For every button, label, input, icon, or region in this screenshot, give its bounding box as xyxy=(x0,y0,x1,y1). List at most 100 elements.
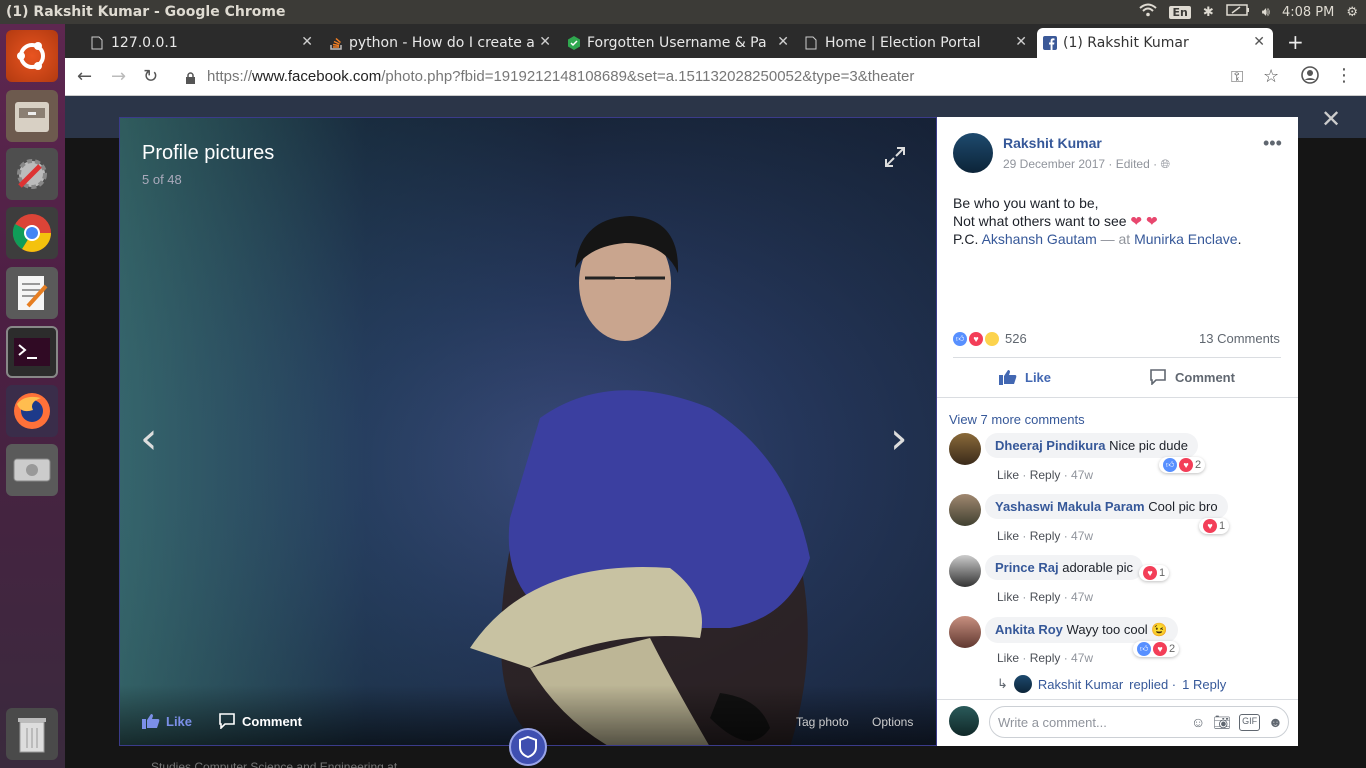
tagged-person-link[interactable]: Akshansh Gautam xyxy=(982,231,1097,247)
photo-comment-button[interactable]: Comment xyxy=(218,713,302,729)
ubuntu-dash-icon[interactable] xyxy=(6,30,58,82)
replies-link[interactable]: ↳ Rakshit Kumar replied · 1 Reply xyxy=(997,675,1226,693)
commenter-avatar[interactable] xyxy=(949,433,981,465)
star-icon[interactable]: ☆ xyxy=(1263,66,1279,87)
comment-reactions[interactable]: 👍︎ ♥ 2 xyxy=(1159,457,1206,473)
comment-like-link[interactable]: Like xyxy=(997,651,1019,665)
photo-viewer[interactable]: Profile pictures 5 of 48 ‹ › Like Commen… xyxy=(119,117,937,746)
files-icon[interactable] xyxy=(6,90,58,142)
post-like-button[interactable]: Like xyxy=(999,369,1051,385)
url-field[interactable]: https://www.facebook.com/photo.php?fbid=… xyxy=(207,68,914,85)
pc-prefix: P.C. xyxy=(953,231,979,247)
comment-text: adorable pic xyxy=(1062,560,1134,575)
tab-forgotten-username[interactable]: Forgotten Username & Pa ✕ xyxy=(561,28,797,58)
tab-close-icon[interactable]: ✕ xyxy=(301,34,313,50)
tab-close-icon[interactable]: ✕ xyxy=(777,34,789,50)
forward-icon[interactable]: → xyxy=(111,66,126,87)
location-link[interactable]: Munirka Enclave xyxy=(1134,231,1238,247)
comment-reactions[interactable]: ♥ 1 xyxy=(1139,565,1170,581)
post-comment-button[interactable]: Comment xyxy=(1149,369,1235,385)
tab-stackoverflow[interactable]: python - How do I create a ✕ xyxy=(323,28,559,58)
gif-icon[interactable]: GIF xyxy=(1239,714,1261,731)
profile-icon[interactable] xyxy=(1301,66,1319,88)
chrome-icon[interactable] xyxy=(6,207,58,259)
comment-reply-link[interactable]: Reply xyxy=(1030,529,1061,543)
fullscreen-icon[interactable] xyxy=(884,146,906,172)
divider xyxy=(937,699,1298,700)
comment-bubble: Yashaswi Makula Param Cool pic bro xyxy=(985,494,1228,519)
tab-facebook[interactable]: (1) Rakshit Kumar ✕ xyxy=(1037,28,1273,58)
previous-photo-icon[interactable]: ‹ xyxy=(140,413,158,464)
trash-icon[interactable] xyxy=(6,708,58,760)
text-editor-icon[interactable] xyxy=(6,267,58,319)
tag-photo-button[interactable]: Tag photo xyxy=(796,715,849,729)
commenter-name[interactable]: Yashaswi Makula Param xyxy=(995,499,1145,514)
firefox-icon[interactable] xyxy=(6,385,58,437)
battery-icon[interactable] xyxy=(1226,4,1250,20)
system-settings-icon[interactable] xyxy=(6,148,58,200)
volume-icon[interactable]: 🔊︎ xyxy=(1262,5,1270,20)
bluetooth-icon[interactable]: ✱ xyxy=(1203,5,1214,20)
like-reaction-icon: 👍︎ xyxy=(953,331,967,346)
clock[interactable]: 4:08 PM xyxy=(1282,5,1334,20)
comment-time[interactable]: 47w xyxy=(1071,651,1093,665)
comment-like-link[interactable]: Like xyxy=(997,590,1019,604)
comment-reply-link[interactable]: Reply xyxy=(1030,651,1061,665)
disk-drive-icon[interactable] xyxy=(6,444,58,496)
key-icon[interactable]: ⚿ xyxy=(1231,67,1243,87)
tab-localhost[interactable]: 127.0.0.1 ✕ xyxy=(85,28,321,58)
reload-icon[interactable]: ↻ xyxy=(143,66,158,87)
reactions-summary[interactable]: 👍︎ ♥ 526 xyxy=(953,331,1027,346)
commenter-name[interactable]: Prince Raj xyxy=(995,560,1059,575)
back-icon[interactable]: ← xyxy=(77,66,92,87)
comment-icon xyxy=(219,713,235,729)
post-options-icon[interactable]: ••• xyxy=(1263,133,1282,154)
tab-close-icon[interactable]: ✕ xyxy=(1015,34,1027,50)
wifi-icon[interactable] xyxy=(1139,3,1158,21)
reply-count-link[interactable]: 1 Reply xyxy=(1182,677,1226,692)
tab-election-portal[interactable]: Home | Election Portal ✕ xyxy=(799,28,1035,58)
comment-reactions[interactable]: 👍︎ ♥ 2 xyxy=(1133,641,1180,657)
post-date[interactable]: 29 December 2017 xyxy=(1003,157,1105,171)
edited-label[interactable]: Edited xyxy=(1116,157,1150,171)
comment-reply-link[interactable]: Reply xyxy=(1030,468,1061,482)
comments-count-link[interactable]: 13 Comments xyxy=(1199,331,1280,346)
options-button[interactable]: Options xyxy=(872,715,913,729)
comment-reactions[interactable]: ♥ 1 xyxy=(1199,518,1230,534)
new-tab-icon[interactable]: + xyxy=(1287,30,1304,54)
keyboard-layout[interactable]: En xyxy=(1169,5,1191,19)
photo-like-button[interactable]: Like xyxy=(142,713,192,729)
terminal-icon[interactable] xyxy=(6,326,58,378)
tab-close-icon[interactable]: ✕ xyxy=(539,34,551,50)
commenter-avatar[interactable] xyxy=(949,494,981,526)
next-photo-icon[interactable]: › xyxy=(890,413,908,464)
author-avatar[interactable] xyxy=(953,133,993,173)
comment-time[interactable]: 47w xyxy=(1071,590,1093,604)
commenter-avatar[interactable] xyxy=(949,555,981,587)
comment-item: Prince Raj adorable pic ♥ 1 Like · Reply … xyxy=(937,553,1298,613)
commenter-name[interactable]: Dheeraj Pindikura xyxy=(995,438,1106,453)
commenter-name[interactable]: Ankita Roy xyxy=(995,622,1063,637)
comment-reply-link[interactable]: Reply xyxy=(1030,590,1061,604)
comment-time[interactable]: 47w xyxy=(1071,529,1093,543)
shield-icon[interactable] xyxy=(509,728,547,768)
album-title[interactable]: Profile pictures xyxy=(142,142,274,165)
comment-like-link[interactable]: Like xyxy=(997,468,1019,482)
view-more-comments-link[interactable]: View 7 more comments xyxy=(949,412,1085,427)
commenter-avatar[interactable] xyxy=(949,616,981,648)
comment-like-link[interactable]: Like xyxy=(997,529,1019,543)
post-author-name[interactable]: Rakshit Kumar xyxy=(1003,135,1102,151)
tab-close-icon[interactable]: ✕ xyxy=(1253,34,1265,50)
settings-gear-icon[interactable]: ⚙ xyxy=(1346,5,1358,20)
comment-meta: Like · Reply · 47w xyxy=(997,590,1094,604)
chrome-menu-icon[interactable]: ⋮ xyxy=(1335,65,1353,86)
sticker-icon[interactable]: ☻ xyxy=(1268,714,1283,731)
comment-time[interactable]: 47w xyxy=(1071,468,1093,482)
camera-icon[interactable]: 📷︎ xyxy=(1213,714,1231,731)
tab-label: python - How do I create a xyxy=(349,35,535,51)
emoji-icon[interactable]: ☺ xyxy=(1191,714,1205,731)
close-viewer-icon[interactable]: ✕ xyxy=(1321,105,1341,133)
globe-icon[interactable]: 🌐︎ xyxy=(1160,157,1170,171)
tab-label: Forgotten Username & Pa xyxy=(587,35,767,51)
lock-icon[interactable] xyxy=(185,70,196,89)
